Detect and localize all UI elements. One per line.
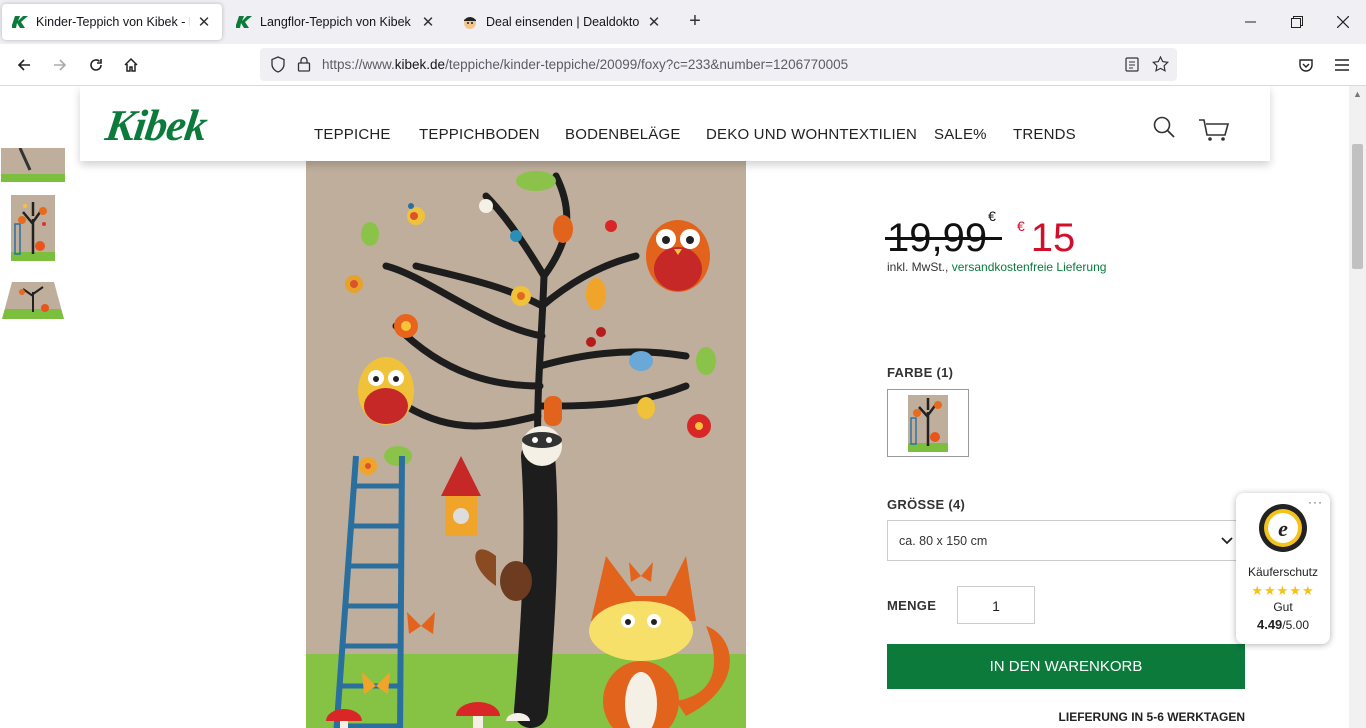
chevron-down-icon [1221, 537, 1233, 545]
quantity-label: MENGE [887, 598, 937, 613]
cart-icon[interactable] [1198, 118, 1230, 147]
rating-score-value: 4.49 [1256, 617, 1283, 632]
close-tab-icon[interactable]: ✕ [646, 13, 662, 31]
rating-stars: ★★★★★ [1251, 583, 1315, 598]
bookmark-star-icon[interactable] [1152, 55, 1169, 77]
sale-price-currency: € [1017, 218, 1025, 234]
home-icon [124, 57, 138, 72]
scrollbar-thumb[interactable] [1352, 144, 1363, 269]
tab-langflor-teppich[interactable]: Langflor-Teppich von Kibek - Do ✕ [226, 4, 446, 40]
size-select[interactable]: ca. 80 x 150 cm [887, 520, 1244, 561]
forward-button[interactable] [46, 51, 74, 79]
menu-item-teppiche[interactable]: TEPPICHE [314, 126, 391, 143]
menu-item-teppichboden[interactable]: TEPPICHBODEN [419, 126, 540, 143]
dealdoktor-favicon-icon [462, 14, 478, 30]
menu-item-trends[interactable]: TRENDS [1013, 126, 1076, 143]
delivery-time: LIEFERUNG IN 5-6 WERKTAGEN [1058, 710, 1245, 724]
close-window-button[interactable] [1320, 0, 1366, 44]
sale-price: €15 [1017, 216, 1075, 261]
kibek-favicon-icon [12, 14, 28, 30]
tax-note-text: inkl. MwSt., [887, 260, 949, 274]
home-button[interactable] [117, 51, 145, 79]
old-price: 19,99€ [885, 208, 1002, 261]
tab-dealdoktor[interactable]: Deal einsenden | Dealdoktor ✕ [452, 4, 672, 40]
size-selected-value: ca. 80 x 150 cm [899, 534, 988, 548]
scroll-up-arrow-icon[interactable]: ▲ [1353, 89, 1362, 99]
app-menu-button[interactable] [1328, 51, 1356, 79]
url-path: /teppiche/kinder-teppiche/20099/foxy?c=2… [445, 57, 849, 72]
page-scrollbar[interactable]: ▲ [1349, 86, 1366, 728]
kibek-logo[interactable]: Kibek [103, 101, 210, 150]
close-tab-icon[interactable]: ✕ [196, 13, 212, 31]
buyer-protection-label: Käuferschutz [1247, 565, 1319, 579]
tab-kinder-teppich[interactable]: Kinder-Teppich von Kibek - Foxy ✕ [2, 4, 222, 40]
address-bar[interactable]: https://www.kibek.de/teppiche/kinder-tep… [260, 48, 1177, 81]
rating-score: 4.49/5.00 [1236, 617, 1330, 632]
tab-title: Kinder-Teppich von Kibek - Foxy [36, 15, 190, 29]
menu-item-deko-wohntextilien[interactable]: DEKO UND WOHNTEXTILIEN [706, 126, 917, 143]
url-domain: kibek.de [394, 57, 446, 72]
sale-price-value: 15 [1030, 216, 1076, 260]
search-icon[interactable] [1153, 116, 1175, 143]
free-shipping-link[interactable]: versandkostenfreie Lieferung [952, 260, 1107, 274]
menu-item-bodenbelaege[interactable]: BODENBELÄGE [565, 126, 681, 143]
tab-title: Deal einsenden | Dealdoktor [486, 15, 640, 29]
close-tab-icon[interactable]: ✕ [420, 13, 436, 31]
page-content: Kibek TEPPICHE TEPPICHBODEN BODENBELÄGE … [0, 86, 1366, 728]
quantity-input[interactable]: 1 [957, 586, 1035, 624]
reload-icon [90, 59, 102, 71]
navigation-toolbar: https://www.kibek.de/teppiche/kinder-tep… [0, 44, 1366, 86]
minimize-button[interactable] [1228, 0, 1274, 44]
menu-item-sale[interactable]: SALE% [934, 126, 987, 143]
lock-icon[interactable] [297, 56, 311, 77]
new-tab-button[interactable]: + [684, 10, 706, 32]
url-prefix: https://www. [322, 57, 395, 72]
trusted-shops-badge[interactable]: ··· e Käuferschutz ★★★★★ Gut 4.49/5.00 [1236, 493, 1330, 644]
restore-button[interactable] [1274, 0, 1320, 44]
tax-note: inkl. MwSt., versandkostenfreie Lieferun… [887, 260, 1106, 274]
back-button[interactable] [10, 51, 38, 79]
trusted-shops-seal-icon: e [1258, 503, 1308, 558]
reload-button[interactable] [82, 51, 110, 79]
price-strikethrough [885, 237, 1002, 240]
pocket-icon [1299, 59, 1313, 72]
product-thumbnail-1[interactable] [0, 147, 66, 184]
url-text[interactable]: https://www.kibek.de/teppiche/kinder-tep… [322, 57, 848, 72]
pocket-button[interactable] [1292, 51, 1320, 79]
color-swatch[interactable] [887, 389, 969, 457]
size-label: GRÖSSE (4) [887, 497, 966, 512]
add-to-cart-button[interactable]: IN DEN WARENKORB [887, 644, 1245, 689]
tracking-protection-shield-icon[interactable] [270, 56, 286, 78]
tab-title: Langflor-Teppich von Kibek - Do [260, 15, 414, 29]
old-price-currency: € [988, 207, 996, 224]
more-options-icon[interactable]: ··· [1308, 495, 1323, 509]
arrow-left-icon [17, 59, 30, 71]
hamburger-menu-icon [1335, 59, 1349, 71]
product-image[interactable] [306, 156, 746, 728]
color-label: FARBE (1) [887, 365, 954, 380]
kibek-favicon-icon [236, 14, 252, 30]
product-thumbnail-2[interactable] [0, 194, 66, 262]
site-header: Kibek TEPPICHE TEPPICHBODEN BODENBELÄGE … [80, 86, 1270, 161]
rating-score-max: /5.00 [1282, 618, 1309, 632]
rating-word: Gut [1273, 600, 1293, 614]
product-thumbnail-3[interactable] [0, 274, 66, 322]
arrow-right-icon [54, 59, 67, 71]
reader-view-icon[interactable] [1125, 57, 1139, 77]
tab-bar: Kinder-Teppich von Kibek - Foxy ✕ Langfl… [0, 0, 1366, 44]
svg-text:e: e [1278, 516, 1288, 541]
